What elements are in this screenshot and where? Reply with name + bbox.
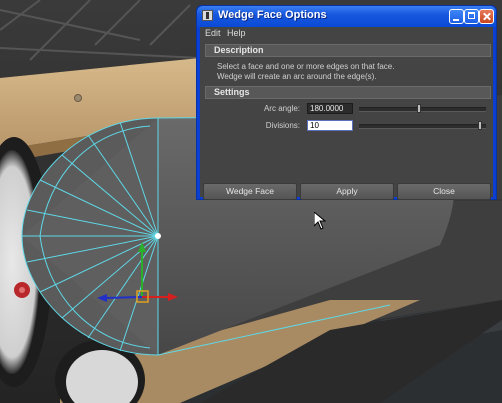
divisions-label: Divisions: [265,121,300,130]
menu-edit[interactable]: Edit [205,28,221,38]
close-window-button[interactable] [479,9,494,24]
wedge-face-button[interactable]: Wedge Face [203,183,297,200]
dialog-titlebar[interactable]: Wedge Face Options [197,6,496,27]
arc-angle-field[interactable]: 180.0000 [307,103,353,114]
description-line-1: Select a face and one or more edges on t… [217,62,395,71]
center-vertex [155,233,161,239]
mouse-cursor-icon [314,212,326,230]
settings-heading: Settings [214,87,250,97]
arc-angle-slider[interactable] [359,104,486,113]
description-heading: Description [214,45,264,55]
maximize-button[interactable] [464,9,479,24]
divisions-slider[interactable] [359,121,486,130]
description-section-header[interactable]: Description [205,44,491,57]
apply-button[interactable]: Apply [300,183,394,200]
arc-angle-label: Arc angle: [263,104,300,113]
divisions-slider-thumb[interactable] [478,121,482,130]
arc-angle-slider-thumb[interactable] [417,104,421,113]
wedge-face-options-dialog: Wedge Face Options Edit Help Description… [196,5,497,200]
close-button[interactable]: Close [397,183,491,200]
description-line-2: Wedge will create an arc around the edge… [217,72,377,81]
screw-icon [74,94,82,102]
divisions-field[interactable]: 10 [307,120,353,131]
settings-section-header[interactable]: Settings [205,86,491,99]
menu-bar: Edit Help [200,27,493,41]
minimize-button[interactable] [449,9,464,24]
dialog-body: Edit Help Description Select a face and … [200,27,493,200]
app-icon [202,10,213,21]
dialog-title: Wedge Face Options [218,9,327,21]
menu-help[interactable]: Help [227,28,246,38]
